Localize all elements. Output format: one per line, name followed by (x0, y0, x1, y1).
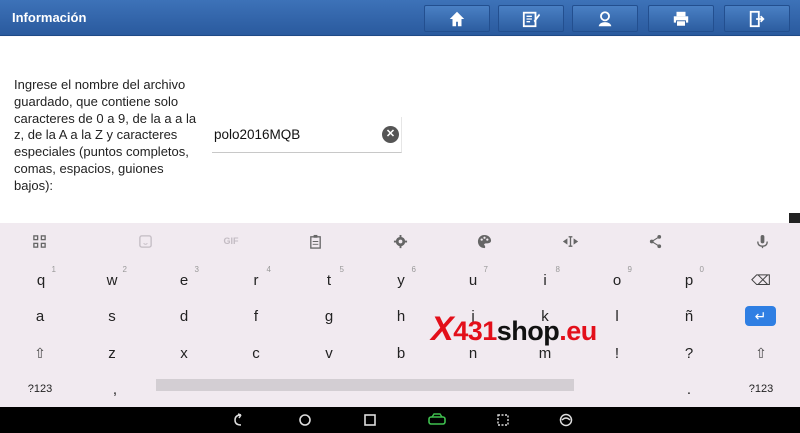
key-a[interactable]: a (20, 298, 60, 334)
cursor-move-icon[interactable] (561, 232, 579, 250)
emoji-symbols-key[interactable]: ?123 (741, 371, 781, 407)
screen: Información Ingrese el nombre del archiv… (0, 0, 800, 433)
space-bar[interactable] (156, 379, 574, 391)
symbols-key[interactable]: ?123 (20, 371, 60, 407)
shift-key-left[interactable]: ⇧ (20, 335, 60, 371)
browser-icon[interactable] (557, 411, 575, 429)
enter-key[interactable]: ↵ (745, 306, 776, 326)
key-w[interactable]: w2 (92, 262, 132, 298)
filename-input[interactable] (214, 121, 374, 147)
home-icon (449, 11, 465, 26)
exit-button[interactable] (724, 5, 790, 32)
keyboard-row-4: ?123 , . ?123 (0, 371, 800, 407)
edit-report-button[interactable] (498, 5, 564, 32)
on-screen-keyboard: GIF q1 w2 e3 r4 t 5 y 6 u 7 i 8 o 9 p 0 … (0, 223, 800, 407)
clear-input-button[interactable]: ✕ (382, 126, 399, 143)
key-e[interactable]: e3 (164, 262, 204, 298)
shift-icon: ⇧ (755, 345, 767, 361)
palette-icon[interactable] (475, 232, 493, 250)
key-f[interactable]: f (236, 298, 276, 334)
filename-field[interactable]: ✕ (212, 117, 402, 153)
key-y[interactable]: y6 (381, 262, 421, 298)
key-s[interactable]: s (92, 298, 132, 334)
key-t[interactable]: t5 (309, 262, 349, 298)
key-o[interactable]: o9 (597, 262, 637, 298)
key-exclamation[interactable]: ! (597, 335, 637, 371)
key-v[interactable]: v (309, 335, 349, 371)
clipboard-icon[interactable] (306, 232, 324, 250)
key-g[interactable]: g (309, 298, 349, 334)
back-icon[interactable] (230, 411, 248, 429)
key-q[interactable]: q1 (21, 262, 61, 298)
key-c[interactable]: c (236, 335, 276, 371)
key-r[interactable]: r4 (236, 262, 276, 298)
key-b[interactable]: b (381, 335, 421, 371)
settings-icon[interactable] (391, 232, 409, 250)
key-u[interactable]: u7 (453, 262, 493, 298)
keyboard-row-1: q1 w2 e3 r4 t5 y6 u7 i8 o9 p0 ⌫ (0, 262, 800, 298)
key-p[interactable]: p0 (669, 262, 709, 298)
shift-icon: ⇧ (34, 345, 46, 361)
form-panel: Ingrese el nombre del archivo guardado, … (0, 37, 800, 223)
screenshot-icon[interactable] (494, 411, 512, 429)
key-l[interactable]: l (597, 298, 637, 334)
keyboard-row-2: a s d f g h j k l ñ ↵ (0, 298, 800, 334)
shift-key-right[interactable]: ⇧ (741, 335, 781, 371)
edit-report-icon (522, 11, 540, 27)
support-button[interactable] (572, 5, 638, 32)
support-person-icon (598, 10, 612, 26)
printer-icon (673, 11, 689, 27)
share-icon[interactable] (646, 232, 664, 250)
sticker-icon[interactable] (136, 232, 154, 250)
page-title: Información (12, 10, 87, 25)
recents-icon[interactable] (361, 411, 379, 429)
x431shop-watermark: X431shop.eu (431, 310, 597, 348)
key-i[interactable]: i8 (525, 262, 565, 298)
grid-icon[interactable] (30, 232, 48, 250)
backspace-icon: ⌫ (751, 272, 771, 288)
key-comma[interactable]: , (95, 371, 135, 407)
exit-icon (749, 10, 765, 27)
keyboard-toolbar: GIF (0, 223, 800, 259)
filename-instructions: Ingrese el nombre del archivo guardado, … (14, 77, 197, 193)
backspace-key[interactable]: ⌫ (741, 262, 781, 298)
home-button[interactable] (424, 5, 490, 32)
key-x[interactable]: x (164, 335, 204, 371)
home-icon[interactable] (296, 411, 314, 429)
key-d[interactable]: d (164, 298, 204, 334)
keyboard-row-3: ⇧ z x c v b n m ! ? ⇧ (0, 335, 800, 371)
car-diagnostic-icon[interactable] (426, 411, 448, 429)
system-nav-bar (0, 407, 800, 433)
key-period[interactable]: . (669, 371, 709, 407)
header-bar: Información (0, 0, 800, 36)
mic-icon[interactable] (753, 232, 771, 250)
key-question[interactable]: ? (669, 335, 709, 371)
key-n-tilde[interactable]: ñ (669, 298, 709, 334)
key-h[interactable]: h (381, 298, 421, 334)
print-button[interactable] (648, 5, 714, 32)
gif-icon[interactable]: GIF (218, 232, 244, 250)
key-z[interactable]: z (92, 335, 132, 371)
